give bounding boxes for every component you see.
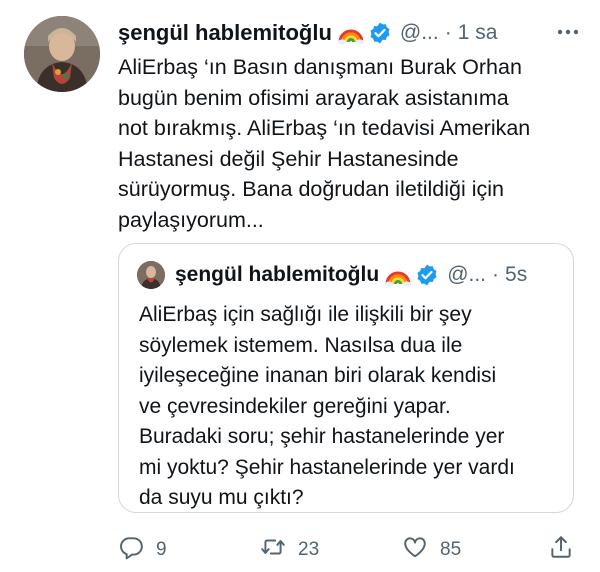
like-count: 85	[440, 539, 462, 560]
separator: ·	[444, 21, 452, 44]
reply-button[interactable]: 9	[118, 532, 167, 568]
author-handle[interactable]: @...	[400, 21, 439, 45]
quoted-tweet-text: AliErbaş için sağlığı ile ilişkili bir ş…	[139, 303, 515, 509]
avatar[interactable]	[24, 16, 100, 92]
rainbow-emoji-icon	[385, 262, 412, 288]
quoted-author-handle: @...	[447, 263, 487, 286]
retweet-count: 23	[298, 539, 320, 560]
share-button[interactable]	[548, 532, 574, 568]
verified-badge-icon	[415, 263, 439, 287]
author-name[interactable]: şengül hablemitoğlu	[118, 20, 332, 46]
reply-count: 9	[156, 539, 167, 560]
retweet-button[interactable]: 23	[260, 532, 319, 568]
like-button[interactable]: 85	[402, 532, 461, 568]
tweet-header: şengül hablemitoğlu @... · 1 sa	[118, 16, 586, 50]
rainbow-emoji-icon	[337, 20, 364, 46]
more-icon[interactable]	[554, 20, 582, 44]
quoted-tweet[interactable]: şengül hablemitoğlu @... · 5s AliErbaş i…	[118, 243, 574, 513]
like-icon	[402, 534, 428, 566]
action-bar: 9 23 85	[118, 532, 588, 568]
verified-badge-icon	[368, 21, 392, 45]
tweet-time[interactable]: 1 sa	[458, 21, 498, 45]
reply-icon	[118, 534, 144, 566]
tweet-text: AliErbaş ‘ın Basın danışmanı Burak Orhan…	[118, 55, 531, 232]
quoted-avatar[interactable]	[137, 261, 165, 289]
separator: ·	[492, 263, 500, 286]
quoted-tweet-time: 5s	[505, 263, 528, 286]
retweet-icon	[260, 534, 286, 566]
share-icon	[548, 534, 574, 566]
quoted-tweet-header: şengül hablemitoğlu @... · 5s	[175, 258, 561, 292]
quoted-author-name: şengül hablemitoğlu	[175, 263, 380, 286]
